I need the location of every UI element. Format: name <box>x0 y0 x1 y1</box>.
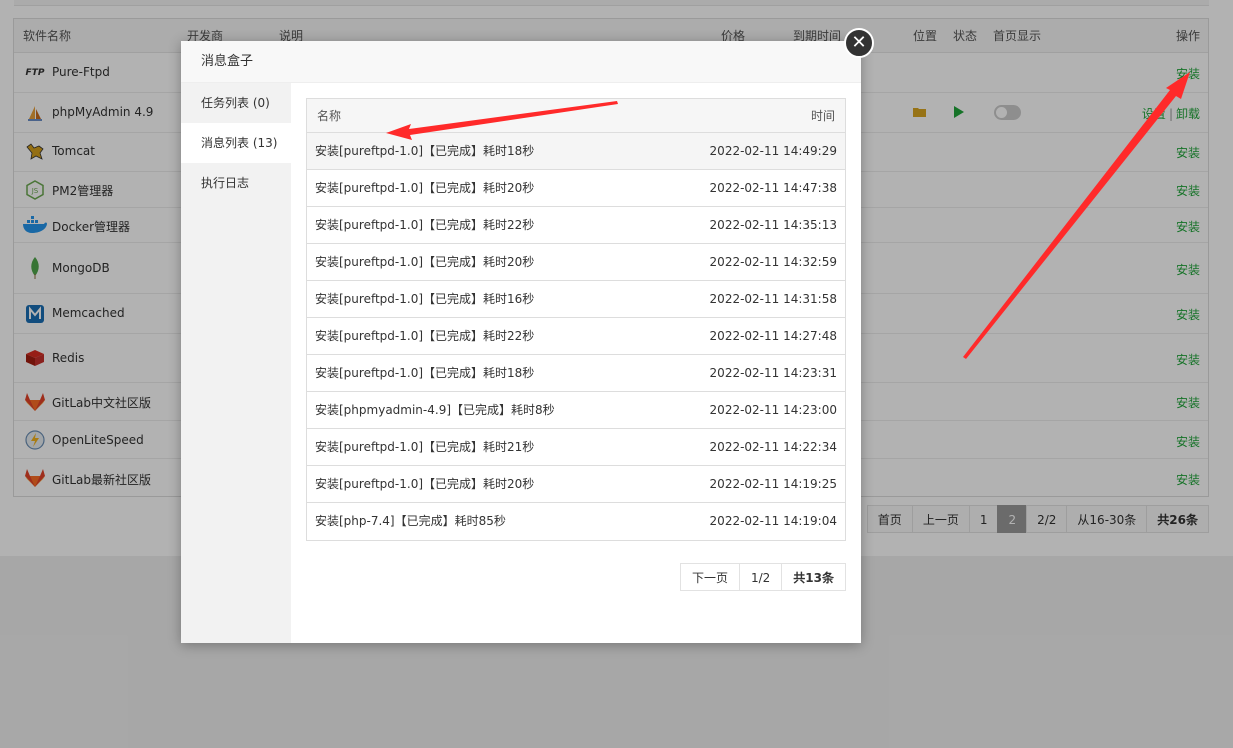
tab-message-list[interactable]: 消息列表 (13) <box>181 123 291 163</box>
message-time: 2022-02-11 14:47:38 <box>709 181 837 195</box>
message-time: 2022-02-11 14:27:48 <box>709 329 837 343</box>
pager-page-count: 1/2 <box>738 563 783 591</box>
message-time: 2022-02-11 14:23:00 <box>709 403 837 417</box>
message-name: 安装[pureftpd-1.0]【已完成】耗时16秒 <box>315 292 535 306</box>
message-name: 安装[php-7.4]【已完成】耗时85秒 <box>315 514 506 528</box>
tab-task-list[interactable]: 任务列表 (0) <box>181 83 291 123</box>
dialog-title: 消息盒子 <box>181 41 861 83</box>
message-time: 2022-02-11 14:35:13 <box>709 218 837 232</box>
message-name: 安装[pureftpd-1.0]【已完成】耗时18秒 <box>315 144 535 158</box>
message-table-header: 名称 时间 <box>307 99 845 133</box>
table-row: 安装[phpmyadmin-4.9]【已完成】耗时8秒 2022-02-11 14… <box>307 392 845 429</box>
header-name: 名称 <box>317 109 342 123</box>
table-row: 安装[pureftpd-1.0]【已完成】耗时22秒 2022-02-11 14:… <box>307 318 845 355</box>
message-time: 2022-02-11 14:49:29 <box>709 144 837 158</box>
message-box-dialog: 消息盒子 任务列表 (0) 消息列表 (13) 执行日志 名称 时间 安装[pu… <box>181 41 861 643</box>
close-icon[interactable]: ✕ <box>844 28 874 58</box>
message-name: 安装[phpmyadmin-4.9]【已完成】耗时8秒 <box>315 403 555 417</box>
message-name: 安装[pureftpd-1.0]【已完成】耗时20秒 <box>315 477 535 491</box>
pager-total: 共13条 <box>781 563 846 591</box>
message-name: 安装[pureftpd-1.0]【已完成】耗时22秒 <box>315 329 535 343</box>
table-row: 安装[pureftpd-1.0]【已完成】耗时18秒 2022-02-11 14:… <box>307 355 845 392</box>
table-row: 安装[pureftpd-1.0]【已完成】耗时20秒 2022-02-11 14:… <box>307 170 845 207</box>
message-table-pager: 下一页 1/2 共13条 <box>679 563 846 591</box>
message-time: 2022-02-11 14:19:04 <box>709 514 837 528</box>
table-row: 安装[pureftpd-1.0]【已完成】耗时18秒 2022-02-11 14:… <box>307 133 845 170</box>
table-row: 安装[pureftpd-1.0]【已完成】耗时16秒 2022-02-11 14:… <box>307 281 845 318</box>
message-time: 2022-02-11 14:22:34 <box>709 440 837 454</box>
table-row: 安装[pureftpd-1.0]【已完成】耗时20秒 2022-02-11 14:… <box>307 244 845 281</box>
header-time: 时间 <box>810 109 835 123</box>
table-row: 安装[php-7.4]【已完成】耗时85秒 2022-02-11 14:19:04 <box>307 503 845 540</box>
table-row: 安装[pureftpd-1.0]【已完成】耗时21秒 2022-02-11 14:… <box>307 429 845 466</box>
message-table: 名称 时间 安装[pureftpd-1.0]【已完成】耗时18秒 2022-02-… <box>306 98 846 541</box>
message-name: 安装[pureftpd-1.0]【已完成】耗时20秒 <box>315 181 535 195</box>
message-name: 安装[pureftpd-1.0]【已完成】耗时18秒 <box>315 366 535 380</box>
message-name: 安装[pureftpd-1.0]【已完成】耗时20秒 <box>315 255 535 269</box>
message-time: 2022-02-11 14:19:25 <box>709 477 837 491</box>
message-time: 2022-02-11 14:23:31 <box>709 366 837 380</box>
message-time: 2022-02-11 14:31:58 <box>709 292 837 306</box>
table-row: 安装[pureftpd-1.0]【已完成】耗时22秒 2022-02-11 14:… <box>307 207 845 244</box>
dialog-sidebar: 任务列表 (0) 消息列表 (13) 执行日志 <box>181 83 291 643</box>
message-name: 安装[pureftpd-1.0]【已完成】耗时22秒 <box>315 218 535 232</box>
tab-execution-log[interactable]: 执行日志 <box>181 163 291 203</box>
table-row: 安装[pureftpd-1.0]【已完成】耗时20秒 2022-02-11 14:… <box>307 466 845 503</box>
message-time: 2022-02-11 14:32:59 <box>709 255 837 269</box>
pager-next-page[interactable]: 下一页 <box>679 563 740 591</box>
message-name: 安装[pureftpd-1.0]【已完成】耗时21秒 <box>315 440 535 454</box>
